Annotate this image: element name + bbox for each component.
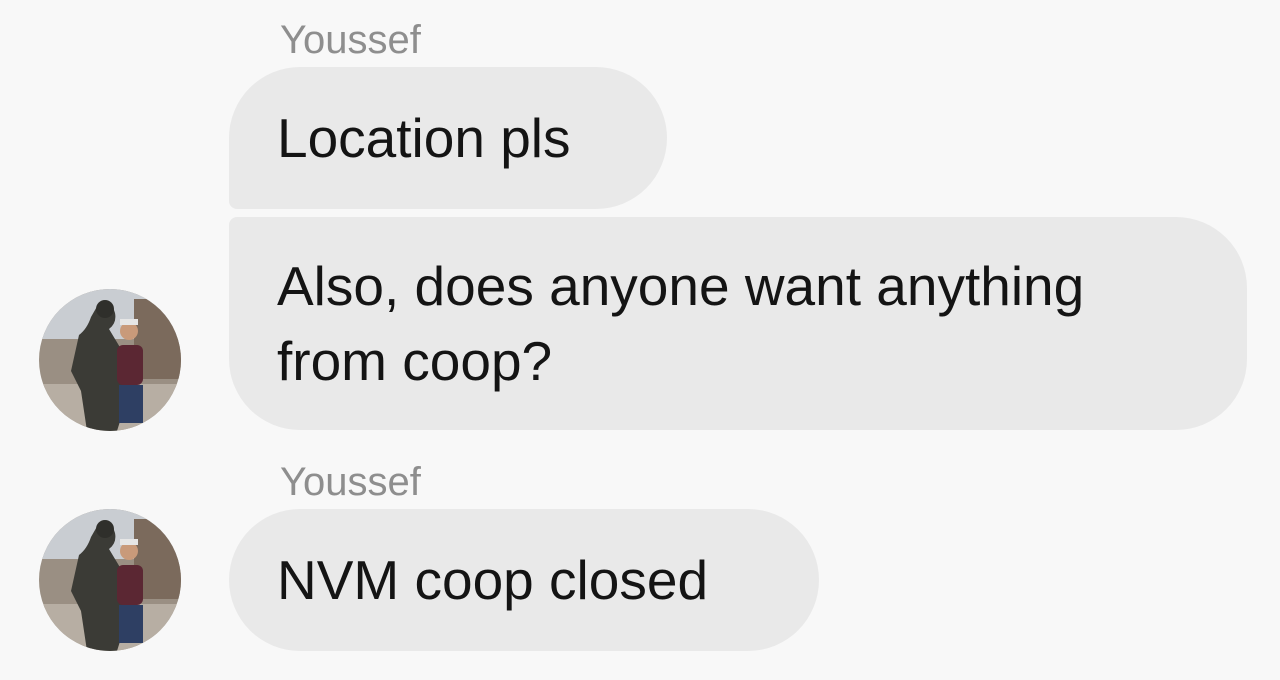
sender-avatar[interactable]: [39, 509, 181, 651]
avatar-photo: [39, 509, 181, 651]
message-bubble[interactable]: Also, does anyone want anything from coo…: [229, 217, 1247, 430]
message-bubble[interactable]: NVM coop closed: [229, 509, 819, 651]
message-text: Also, does anyone want anything from coo…: [277, 254, 1085, 392]
message-text: Location pls: [277, 106, 571, 169]
sender-name: Youssef: [280, 18, 421, 62]
message-bubble[interactable]: Location pls: [229, 67, 667, 209]
sender-name: Youssef: [280, 460, 421, 504]
sender-avatar[interactable]: [39, 289, 181, 431]
message-text: NVM coop closed: [277, 548, 709, 611]
avatar-photo: [39, 289, 181, 431]
